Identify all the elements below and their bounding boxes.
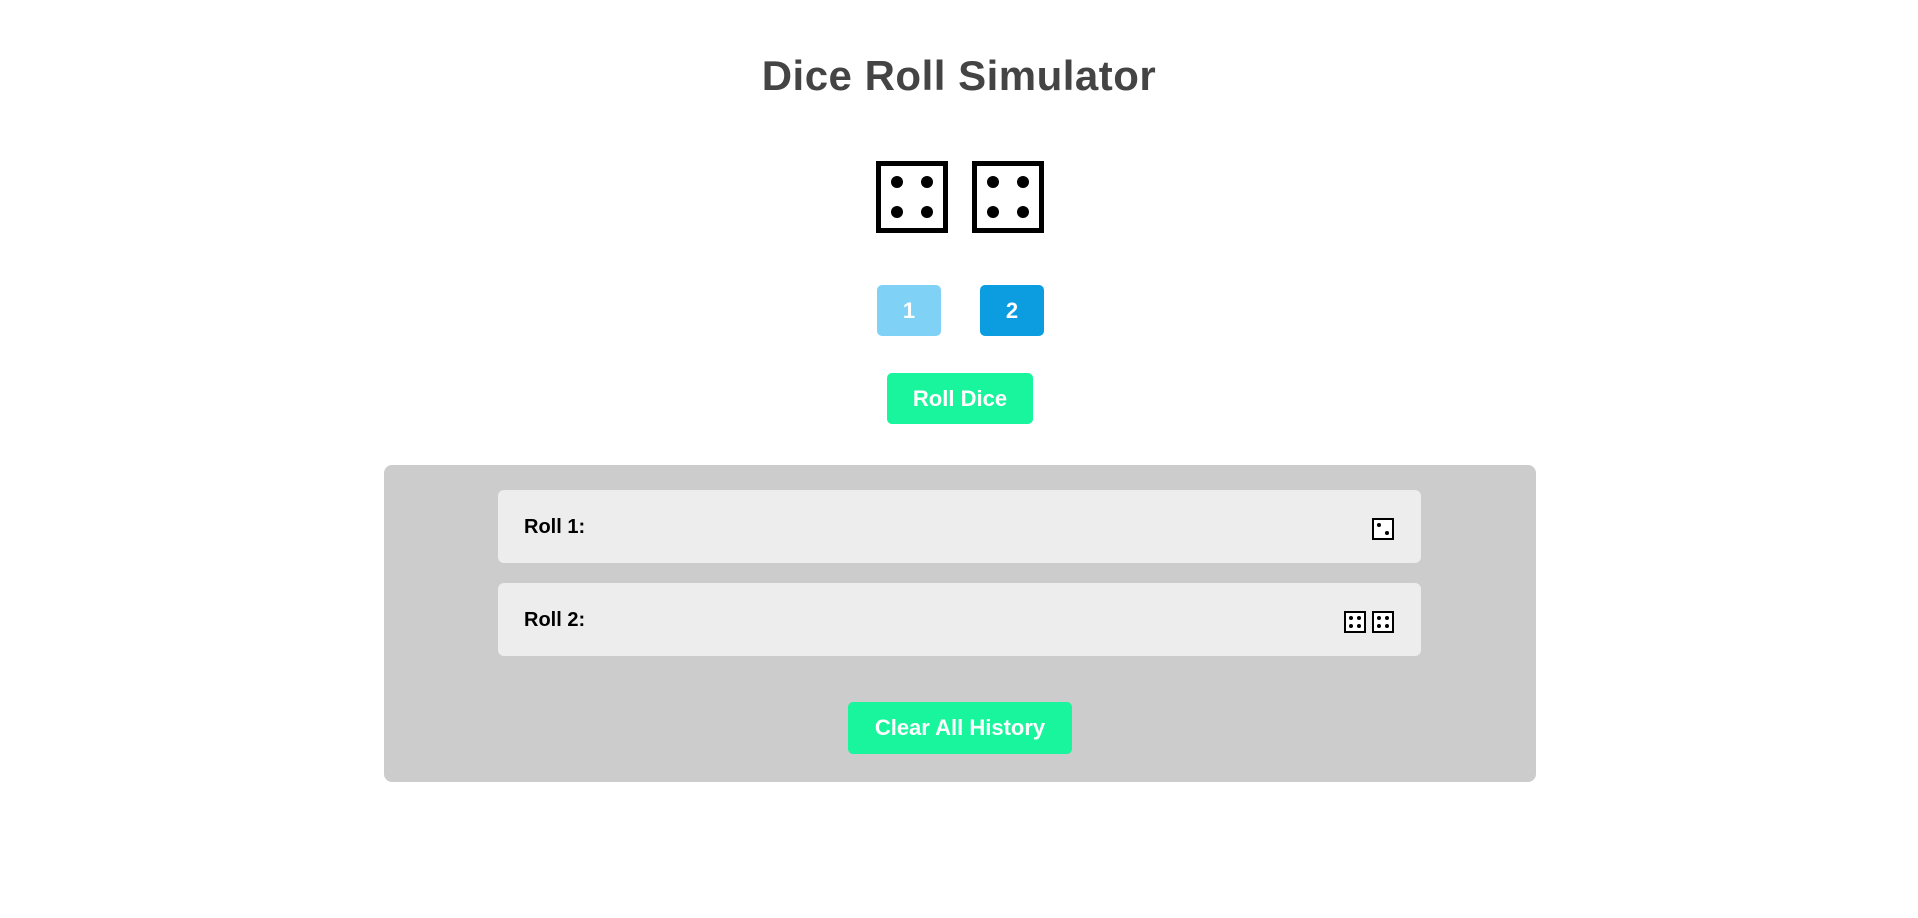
current-dice-display — [876, 161, 1044, 233]
history-row-dice — [1372, 518, 1394, 540]
history-row-dice — [1344, 611, 1394, 633]
dice-count-1-button[interactable]: 1 — [877, 285, 941, 336]
roll-dice-button[interactable]: Roll Dice — [887, 373, 1033, 424]
dice-roll-page: Dice Roll Simulator 1 2 Roll Dice Roll 1… — [0, 0, 1918, 918]
page-title: Dice Roll Simulator — [761, 52, 1157, 99]
die-face-four-icon — [1344, 611, 1366, 633]
die-face-four-icon — [972, 161, 1044, 233]
history-row: Roll 1: — [498, 490, 1421, 563]
clear-history-button[interactable]: Clear All History — [848, 702, 1072, 754]
roll-history-panel: Roll 1: Roll 2: Clear All History — [384, 465, 1536, 782]
history-row: Roll 2: — [498, 583, 1421, 656]
dice-count-2-button[interactable]: 2 — [980, 285, 1044, 336]
history-row-label: Roll 1: — [524, 516, 586, 538]
history-row-label: Roll 2: — [524, 609, 586, 631]
die-face-two-icon — [1372, 518, 1394, 540]
die-face-four-icon — [1372, 611, 1394, 633]
die-face-four-icon — [876, 161, 948, 233]
